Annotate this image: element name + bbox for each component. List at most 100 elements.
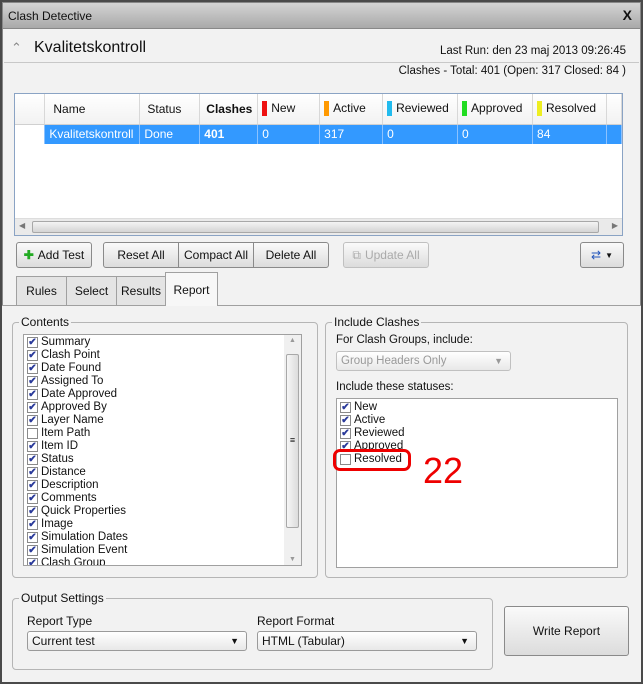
tab-select[interactable]: Select (66, 276, 117, 305)
list-item[interactable]: ✔ Image (24, 518, 301, 531)
list-item-label: Reviewed (354, 427, 405, 439)
import-export-button[interactable]: ⇄ ▼ (580, 242, 624, 268)
annotation-highlight (333, 449, 411, 471)
cell-clashes: 401 (199, 124, 259, 144)
list-item[interactable]: ✔ Status (24, 453, 301, 466)
list-item[interactable]: ✔ Assigned To (24, 375, 301, 388)
list-item-label: Status (41, 453, 74, 465)
write-report-button[interactable]: Write Report (504, 606, 629, 656)
table-row[interactable]: Kvalitetskontroll Done 401 0 317 0 0 84 (15, 124, 623, 144)
resolved-color-swatch (537, 101, 543, 117)
col-clashes[interactable]: Clashes (199, 94, 259, 125)
checkbox-checked[interactable]: ✔ (27, 493, 38, 504)
row-header-cell (15, 124, 46, 144)
col-new[interactable]: New (257, 94, 321, 125)
list-item-label: Image (41, 518, 73, 530)
update-all-icon: ⧉ (352, 247, 361, 262)
col-reviewed[interactable]: Reviewed (382, 94, 459, 125)
list-item[interactable]: ✔ Date Found (24, 362, 301, 375)
tab-results[interactable]: Results (116, 276, 166, 305)
checkbox-checked[interactable]: ✔ (340, 402, 351, 413)
title-bar: Clash Detective X (3, 3, 640, 29)
scroll-up-icon[interactable]: ▲ (289, 337, 296, 344)
list-item[interactable]: ✔ Clash Point (24, 349, 301, 362)
clashes-summary: Clashes - Total: 401 (Open: 317 Closed: … (398, 65, 626, 77)
list-item[interactable]: ✔ Item ID (24, 440, 301, 453)
list-item[interactable]: ✔ Active (337, 414, 617, 427)
list-item-label: Simulation Event (41, 544, 128, 556)
output-settings-title: Output Settings (19, 591, 106, 605)
list-item-label: Approved By (41, 401, 107, 413)
scroll-down-icon[interactable]: ▼ (289, 556, 296, 563)
report-format-select[interactable]: HTML (Tabular) ▼ (257, 631, 477, 651)
col-name[interactable]: Name (44, 94, 141, 125)
list-item[interactable]: ✔ Reviewed (337, 427, 617, 440)
list-item[interactable]: ✔ Approved By (24, 401, 301, 414)
list-item[interactable]: ✔ Description (24, 479, 301, 492)
compact-all-button[interactable]: Compact All (178, 242, 254, 268)
list-item[interactable]: ✔ Layer Name (24, 414, 301, 427)
checkbox-checked[interactable]: ✔ (27, 532, 38, 543)
checkbox-checked[interactable]: ✔ (27, 441, 38, 452)
update-all-button[interactable]: ⧉ Update All (343, 242, 429, 268)
list-item[interactable]: ✔ Simulation Dates (24, 531, 301, 544)
collapse-chevron-icon[interactable]: ⌃ (11, 40, 22, 56)
contents-title: Contents (19, 315, 72, 329)
cell-active: 317 (319, 124, 384, 144)
list-item[interactable]: ✔ Date Approved (24, 388, 301, 401)
col-active-label: Active (333, 101, 366, 116)
checkbox-checked[interactable]: ✔ (27, 350, 38, 361)
checkbox-checked[interactable]: ✔ (340, 415, 351, 426)
delete-all-button[interactable]: Delete All (253, 242, 329, 268)
col-active[interactable]: Active (319, 94, 384, 125)
checkbox-checked[interactable]: ✔ (27, 545, 38, 556)
checkbox-checked[interactable]: ✔ (27, 402, 38, 413)
checkbox-checked[interactable]: ✔ (27, 376, 38, 387)
col-status[interactable]: Status (139, 94, 201, 125)
list-item[interactable]: ✔ Clash Group (24, 557, 301, 566)
tab-rules[interactable]: Rules (16, 276, 67, 305)
tab-report[interactable]: Report (165, 272, 218, 306)
test-title: Kvalitetskontroll (34, 39, 147, 56)
checkbox-checked[interactable]: ✔ (27, 454, 38, 465)
include-clashes-title: Include Clashes (332, 315, 422, 329)
list-item[interactable]: ✔ Quick Properties (24, 505, 301, 518)
checkbox-checked[interactable]: ✔ (27, 480, 38, 491)
col-approved[interactable]: Approved (457, 94, 534, 125)
list-item-label: Distance (41, 466, 86, 478)
add-test-button[interactable]: ✚ Add Test (16, 242, 92, 268)
list-item[interactable]: ✔ Distance (24, 466, 301, 479)
checkbox-checked[interactable]: ✔ (27, 506, 38, 517)
horizontal-scrollbar[interactable]: ◀ ▶ (15, 218, 622, 235)
list-item[interactable]: ✔ Simulation Event (24, 544, 301, 557)
checkbox-checked[interactable]: ✔ (340, 428, 351, 439)
list-item-label: Date Approved (41, 388, 118, 400)
list-item-label: Clash Group (41, 557, 106, 566)
checkbox-checked[interactable]: ✔ (27, 558, 38, 565)
add-test-icon: ✚ (23, 248, 34, 262)
checkbox-checked[interactable]: ✔ (27, 415, 38, 426)
reset-all-button[interactable]: Reset All (103, 242, 179, 268)
list-item[interactable]: ✔ Summary (24, 336, 301, 349)
checkbox-checked[interactable]: ✔ (27, 389, 38, 400)
report-type-select[interactable]: Current test ▼ (27, 631, 247, 651)
checkbox-checked[interactable]: ✔ (27, 467, 38, 478)
chevron-down-icon: ▼ (605, 250, 613, 260)
vertical-scrollbar[interactable]: ▲ ≡ ▼ (284, 335, 301, 565)
close-icon[interactable]: X (623, 7, 632, 23)
checkbox-checked[interactable]: ✔ (27, 363, 38, 374)
checkbox-checked[interactable]: ✔ (27, 519, 38, 530)
scrollbar-thumb[interactable] (32, 221, 599, 233)
list-item[interactable]: ✔ New (337, 401, 617, 414)
cell-extra (606, 124, 623, 144)
col-resolved[interactable]: Resolved (532, 94, 607, 125)
scroll-right-icon[interactable]: ▶ (612, 221, 618, 230)
scroll-left-icon[interactable]: ◀ (19, 221, 25, 230)
list-item[interactable]: Item Path (24, 427, 301, 440)
checkbox-checked[interactable]: ✔ (27, 337, 38, 348)
scrollbar-thumb[interactable]: ≡ (286, 354, 299, 528)
list-item[interactable]: ✔ Comments (24, 492, 301, 505)
clash-groups-select[interactable]: Group Headers Only ▼ (336, 351, 511, 371)
checkbox-unchecked[interactable] (27, 428, 38, 439)
list-item-label: Assigned To (41, 375, 104, 387)
